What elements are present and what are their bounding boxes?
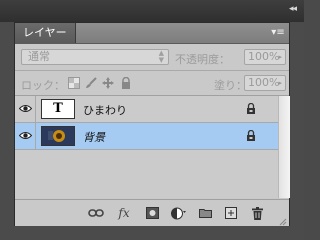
blend-mode-value: 通常 xyxy=(28,50,50,63)
layer-name[interactable]: 背景 xyxy=(83,129,105,145)
layer-row-background[interactable]: 背景 xyxy=(15,123,278,150)
select-arrows-icon: ▲ ▼ xyxy=(158,49,164,64)
layer-name[interactable]: ひまわり xyxy=(83,102,127,118)
sunflower-thumbnail-icon xyxy=(42,127,74,145)
layer-row-himawari[interactable]: T ひまわり xyxy=(15,96,278,123)
trash-icon[interactable] xyxy=(249,205,265,221)
layers-panel: レイヤー ▾≡ 通常 ▲ ▼ 不透明度： 100% ▸ ロック： 塗り： 100% xyxy=(14,22,290,226)
new-group-folder-icon[interactable] xyxy=(197,205,213,221)
link-layers-icon[interactable] xyxy=(88,205,104,221)
lock-transparent-pixels-icon[interactable] xyxy=(68,77,80,89)
text-layer-thumbnail: T xyxy=(41,99,75,119)
panel-menu-icon[interactable]: ▾≡ xyxy=(271,26,285,40)
lock-fill-row: ロック： 塗り： 100% ▸ xyxy=(15,71,289,96)
layer-lock-icon xyxy=(246,129,256,144)
layer-style-fx-icon[interactable]: fx xyxy=(116,205,132,221)
collapse-panel-button[interactable]: ◂◂ xyxy=(289,4,297,14)
fill-value: 100% xyxy=(248,76,280,89)
layer-list-scrollbar[interactable] xyxy=(278,96,290,198)
lock-all-icon[interactable] xyxy=(120,76,132,89)
image-layer-thumbnail xyxy=(41,126,75,146)
fill-dropdown-icon[interactable]: ▸ xyxy=(278,76,282,90)
window-title-bar: ◂◂ xyxy=(0,0,304,22)
panel-bottom-toolbar: fx xyxy=(15,199,289,226)
adjustment-layer-icon[interactable] xyxy=(171,205,187,221)
panel-tab-bar: レイヤー ▾≡ xyxy=(15,23,289,44)
opacity-label: 不透明度： xyxy=(175,53,230,66)
fill-field[interactable]: 100% ▸ xyxy=(244,75,286,91)
move-icon[interactable] xyxy=(102,77,114,89)
blend-mode-select[interactable]: 通常 ▲ ▼ xyxy=(21,49,169,65)
opacity-field[interactable]: 100% ▸ xyxy=(244,49,286,65)
opacity-dropdown-icon[interactable]: ▸ xyxy=(278,50,282,64)
visibility-toggle[interactable] xyxy=(15,123,36,149)
fill-label: 塗り： xyxy=(214,79,247,92)
new-layer-icon[interactable] xyxy=(223,205,239,221)
tab-layers[interactable]: レイヤー xyxy=(15,23,76,43)
brush-icon[interactable] xyxy=(85,77,97,89)
layer-lock-icon xyxy=(246,102,256,117)
visibility-toggle[interactable] xyxy=(15,96,36,122)
layer-list: T ひまわり 背景 xyxy=(15,96,278,198)
add-mask-icon[interactable] xyxy=(144,205,160,221)
eye-icon xyxy=(19,132,32,139)
eye-icon xyxy=(19,105,32,112)
resize-grip-icon[interactable] xyxy=(279,216,287,226)
blend-opacity-row: 通常 ▲ ▼ 不透明度： 100% ▸ xyxy=(15,44,289,71)
lock-label: ロック： xyxy=(21,79,65,92)
opacity-value: 100% xyxy=(248,50,280,63)
